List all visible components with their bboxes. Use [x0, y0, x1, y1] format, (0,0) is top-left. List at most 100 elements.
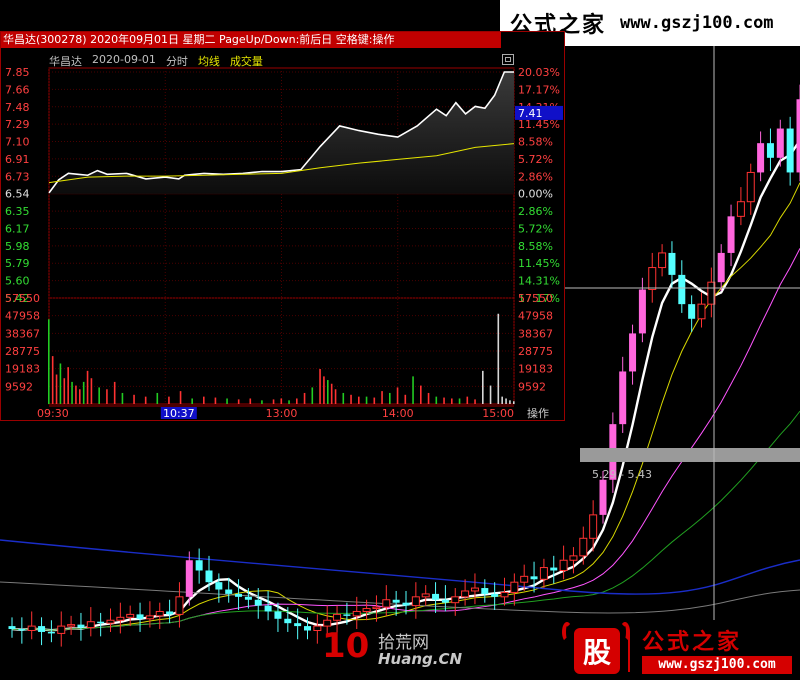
volume-bar	[501, 396, 503, 404]
volume-bar	[381, 391, 383, 404]
candle	[470, 587, 479, 592]
brand-url-bottom: www.gszj100.com	[642, 656, 792, 674]
candle	[599, 479, 607, 515]
volume-tick-label-left: 47958	[5, 310, 40, 323]
candle	[294, 623, 302, 627]
volume-bar	[323, 376, 325, 404]
candle	[727, 216, 735, 253]
candle	[185, 560, 193, 597]
volume-bar	[513, 401, 515, 404]
volume-bar	[474, 399, 476, 404]
horn-left-icon	[562, 622, 572, 642]
candle	[717, 252, 725, 283]
price-tick-label: 7.85	[5, 66, 30, 79]
candle	[766, 143, 774, 158]
volume-bar	[497, 313, 500, 404]
volume-bar	[90, 378, 93, 404]
volume-bar	[396, 387, 399, 404]
candle	[421, 593, 430, 598]
candle	[648, 267, 657, 291]
candle	[461, 590, 470, 598]
price-tick-label: 5.98	[5, 240, 30, 253]
volume-bar	[296, 398, 298, 404]
candle	[392, 599, 400, 603]
candle	[658, 252, 667, 269]
volume-bar	[133, 394, 135, 404]
price-range-label: 5.29 - 5.43	[592, 468, 652, 481]
volume-bar	[86, 370, 89, 404]
candle	[352, 610, 361, 617]
candle	[77, 624, 85, 628]
volume-bar	[191, 398, 193, 404]
candle	[776, 128, 784, 158]
volume-bar	[330, 383, 333, 404]
volume-bar	[311, 387, 314, 404]
brand-watermark-bottom: 股 公式之家 www.gszj100.com	[560, 622, 800, 680]
price-tick-label: 6.91	[5, 153, 30, 166]
volume-bar	[327, 380, 329, 404]
candle	[254, 599, 262, 606]
candle	[313, 625, 322, 631]
volume-bar	[144, 396, 147, 404]
price-tick-label: 6.17	[5, 222, 30, 235]
candle	[195, 560, 203, 571]
candle	[500, 591, 509, 598]
intraday-chart: 7.85 7.66 7.48 7.29 7.10 6.91 6.73 6.54 6.35 6.17…	[5, 66, 563, 420]
price-tick-label: 6.54	[5, 188, 30, 201]
volume-bar	[427, 392, 430, 404]
volume-tick-label-right: 47958	[518, 310, 553, 323]
candle	[746, 171, 755, 203]
pct-tick-label: 11.45%	[518, 118, 560, 131]
watermark-logo-10: 10	[322, 626, 370, 666]
volume-bar	[509, 400, 511, 404]
volume-bar	[458, 398, 461, 404]
current-price-label: 7.41	[518, 107, 543, 120]
candle	[362, 608, 371, 612]
candle	[678, 274, 686, 305]
volume-bar	[226, 398, 228, 404]
volume-bar	[261, 400, 263, 404]
candle	[106, 619, 115, 624]
time-tick-label: 13:00	[266, 407, 298, 420]
candle	[145, 615, 154, 620]
candle	[205, 570, 213, 583]
volume-tick-label-right: 38367	[518, 327, 553, 340]
price-tick-label: 7.66	[5, 83, 30, 96]
candle	[274, 611, 282, 619]
volume-bar	[288, 400, 290, 404]
candle	[57, 625, 66, 634]
pct-tick-label: 5.72%	[518, 222, 553, 235]
volume-bar	[67, 367, 69, 404]
volume-bar	[106, 389, 108, 404]
volume-bar	[249, 398, 252, 404]
price-tick-label: 7.48	[5, 101, 30, 114]
volume-bar	[342, 392, 345, 404]
candle	[155, 610, 164, 617]
candle	[116, 616, 125, 621]
candle	[244, 596, 252, 600]
volume-bar	[489, 385, 492, 404]
time-tick-label: 10:37	[163, 407, 195, 420]
volume-bar	[82, 381, 85, 404]
candle	[215, 582, 223, 590]
volume-bar	[303, 392, 306, 404]
candle	[47, 631, 55, 634]
candle	[225, 589, 233, 594]
volume-bar	[55, 374, 58, 404]
volume-bar	[412, 376, 414, 404]
candle	[579, 537, 588, 557]
candle	[126, 613, 135, 618]
candle	[235, 593, 243, 597]
volume-bar	[113, 381, 116, 404]
volume-bar	[214, 397, 217, 404]
candle	[343, 614, 351, 616]
price-tick-label: 6.73	[5, 170, 30, 183]
volume-tick-label-left: 57550	[5, 292, 40, 305]
volume-bar	[350, 394, 352, 404]
candle	[530, 576, 538, 580]
candle	[629, 333, 637, 372]
intraday-popup: 华昌达(300278) 2020年09月01日 星期二 PageUp/Down:…	[0, 31, 565, 421]
volume-bar	[272, 399, 275, 404]
candle	[569, 555, 578, 561]
pct-tick-label: 0.00%	[518, 188, 553, 201]
